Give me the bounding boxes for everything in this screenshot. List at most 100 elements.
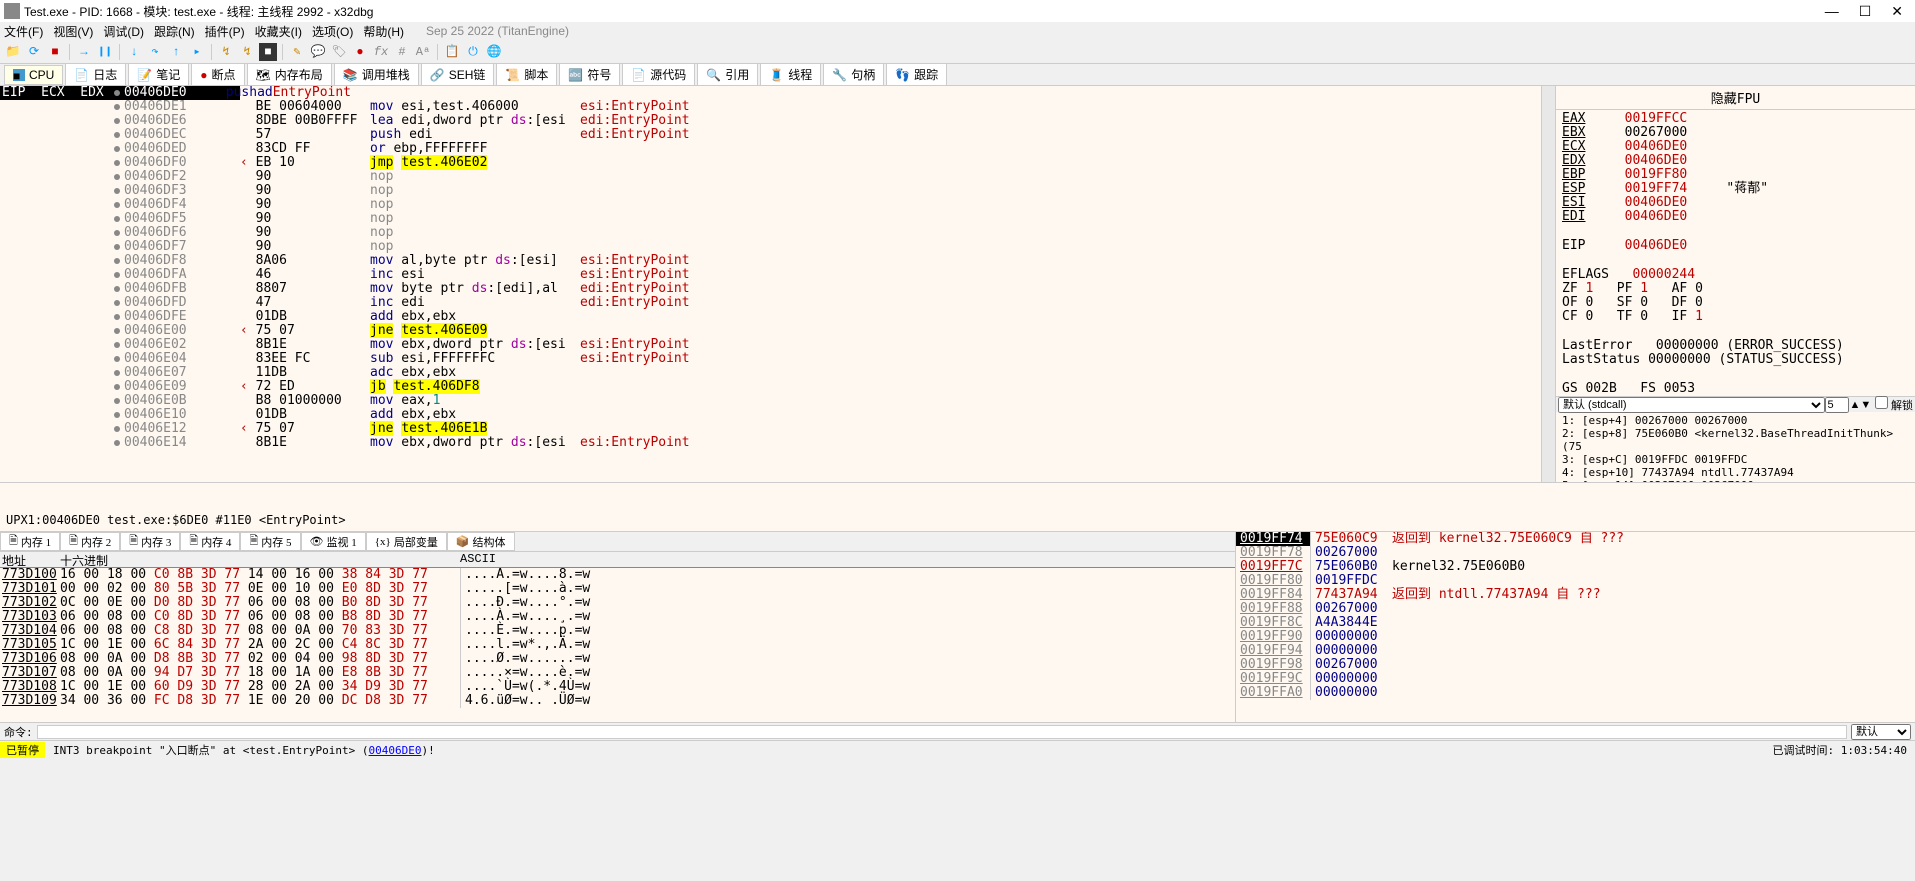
tab-trace[interactable]: 👣跟踪 <box>886 63 947 86</box>
disasm-row[interactable]: 00406DF6 90nop <box>0 226 1541 240</box>
stack-row[interactable]: 0019FF8477437A94返回到 ntdll.77437A94 自 ??? <box>1236 588 1915 602</box>
reg-title[interactable]: 隐藏FPU <box>1556 86 1915 110</box>
stack-row[interactable]: 0019FF8CA4A3844E <box>1236 616 1915 630</box>
disasm-row[interactable]: 00406E10 01DBadd ebx,ebx <box>0 408 1541 422</box>
stepover-button[interactable]: ↷ <box>146 43 164 61</box>
disasm-row[interactable]: 00406DED 83CD FFor ebp,FFFFFFFF <box>0 142 1541 156</box>
sleep-button[interactable]: ⏻ <box>464 43 482 61</box>
stack-row[interactable]: 0019FF7475E060C9返回到 kernel32.75E060C9 自 … <box>1236 532 1915 546</box>
register-pane[interactable]: 隐藏FPU EAX 0019FFCCEBX 00267000ECX 00406D… <box>1555 86 1915 482</box>
dump-row[interactable]: 773D10100 00 02 00 80 5B 3D 77 0E 00 10 … <box>0 582 1235 596</box>
disasm-scrollbar[interactable] <box>1541 86 1555 482</box>
tab-callstack[interactable]: 📚调用堆栈 <box>334 63 419 86</box>
tab-refs[interactable]: 🔍引用 <box>697 63 758 86</box>
dump-row[interactable]: 773D1020C 00 0E 00 D0 8D 3D 77 06 00 08 … <box>0 596 1235 610</box>
close-button[interactable]: ✕ <box>1891 3 1903 20</box>
patches-button[interactable]: ✎ <box>288 43 306 61</box>
tab-handles[interactable]: 🔧句柄 <box>823 63 884 86</box>
dump-tab-1[interactable]: 🗎 内存 1 <box>0 532 60 551</box>
func-button[interactable]: fx <box>372 43 390 61</box>
menu-help[interactable]: 帮助(H) <box>363 23 404 40</box>
text-button[interactable]: Aᵃ <box>414 43 432 61</box>
stack-row[interactable]: 0019FF9400000000 <box>1236 644 1915 658</box>
runtill-button[interactable]: ▸ <box>188 43 206 61</box>
bookmark-button[interactable]: ● <box>351 43 369 61</box>
menu-fav[interactable]: 收藏夹(I) <box>255 23 302 40</box>
dump-row[interactable]: 773D10608 00 0A 00 D8 8B 3D 77 02 00 04 … <box>0 652 1235 666</box>
dump-row[interactable]: 773D10934 00 36 00 FC D8 3D 77 1E 00 20 … <box>0 694 1235 708</box>
menu-file[interactable]: 文件(F) <box>4 23 43 40</box>
dump-row[interactable]: 773D1051C 00 1E 00 6C 84 3D 77 2A 00 2C … <box>0 638 1235 652</box>
dump-tab-5[interactable]: 🗎 内存 5 <box>240 532 300 551</box>
tab-seh[interactable]: 🔗SEH链 <box>421 63 495 86</box>
tab-source[interactable]: 📄源代码 <box>622 63 695 86</box>
disasm-row[interactable]: 00406DFE 01DBadd ebx,ebx <box>0 310 1541 324</box>
disasm-row[interactable]: 00406E14 8B1Emov ebx,dword ptr ds:[esies… <box>0 436 1541 450</box>
stack-row[interactable]: 0019FF7C75E060B0kernel32.75E060B0 <box>1236 560 1915 574</box>
label-button[interactable]: 🏷 <box>330 43 348 61</box>
status-addr-link[interactable]: 00406DE0 <box>369 744 422 757</box>
menu-plugins[interactable]: 插件(P) <box>205 23 245 40</box>
disasm-row[interactable]: 00406DFB 8807mov byte ptr ds:[edi],aledi… <box>0 282 1541 296</box>
stack-row[interactable]: 0019FF9800267000 <box>1236 658 1915 672</box>
disasm-row[interactable]: 00406DF8 8A06mov al,byte ptr ds:[esi]esi… <box>0 254 1541 268</box>
menu-debug[interactable]: 调试(D) <box>103 23 144 40</box>
tab-script[interactable]: 📜脚本 <box>496 63 557 86</box>
comment-button[interactable]: 💬 <box>309 43 327 61</box>
callconv-count[interactable] <box>1825 397 1849 413</box>
trace-over-button[interactable]: ↯ <box>238 43 256 61</box>
menu-view[interactable]: 视图(V) <box>53 23 93 40</box>
disasm-row[interactable]: 00406DF7 90nop <box>0 240 1541 254</box>
disasm-row[interactable]: 00406DEC 57push ediedi:EntryPoint <box>0 128 1541 142</box>
stack-row[interactable]: 0019FF7800267000 <box>1236 546 1915 560</box>
disasm-view[interactable]: EIP ECX EDX ESI00406DE0 60pushadEntryPoi… <box>0 86 1541 482</box>
disasm-row[interactable]: 00406DF3 90nop <box>0 184 1541 198</box>
disasm-row[interactable]: 00406E00‹ 75 07jne test.406E09 <box>0 324 1541 338</box>
dump-row[interactable]: 773D10306 00 08 00 C0 8D 3D 77 06 00 08 … <box>0 610 1235 624</box>
disasm-row[interactable]: 00406DF2 90nop <box>0 170 1541 184</box>
open-button[interactable]: 📁 <box>4 43 22 61</box>
disasm-row[interactable]: 00406E02 8B1Emov ebx,dword ptr ds:[esies… <box>0 338 1541 352</box>
disasm-row[interactable]: 00406DFD 47inc ediedi:EntryPoint <box>0 296 1541 310</box>
stepout-button[interactable]: ↑ <box>167 43 185 61</box>
stop-button[interactable]: ■ <box>46 43 64 61</box>
arg-stack[interactable]: 1: [esp+4] 00267000 002670002: [esp+8] 7… <box>1556 412 1915 482</box>
stack-row[interactable]: 0019FF9000000000 <box>1236 630 1915 644</box>
menu-options[interactable]: 选项(O) <box>312 23 353 40</box>
disasm-row[interactable]: 00406E07 11DBadc ebx,ebx <box>0 366 1541 380</box>
struct-tab[interactable]: 📦 结构体 <box>447 532 515 551</box>
disasm-row[interactable]: EIP ECX EDX ESI00406DE0 60pushadEntryPoi… <box>0 86 1541 100</box>
trace-stop-button[interactable]: ■ <box>259 43 277 61</box>
disasm-row[interactable]: 00406DE1 BE 00604000mov esi,test.406000e… <box>0 100 1541 114</box>
tab-log[interactable]: 📄日志 <box>65 63 126 86</box>
dump-tab-3[interactable]: 🗎 内存 3 <box>120 532 180 551</box>
run-button[interactable]: → <box>75 43 93 61</box>
disasm-row[interactable]: 00406DF0‹ EB 10jmp test.406E02 <box>0 156 1541 170</box>
disasm-row[interactable]: 00406DF5 90nop <box>0 212 1541 226</box>
disasm-row[interactable]: 00406E09‹ 72 EDjb test.406DF8 <box>0 380 1541 394</box>
tab-cpu[interactable]: ■CPU <box>4 65 63 85</box>
tab-bp[interactable]: ●断点 <box>191 63 244 86</box>
tab-threads[interactable]: 🧵线程 <box>760 63 821 86</box>
stack-row[interactable]: 0019FF8800267000 <box>1236 602 1915 616</box>
tab-mem[interactable]: 🗺内存布局 <box>247 63 332 86</box>
calc-button[interactable]: 📋 <box>443 43 461 61</box>
dump-row[interactable]: 773D10708 00 0A 00 94 D7 3D 77 18 00 1A … <box>0 666 1235 680</box>
disasm-row[interactable]: 00406DFA 46inc esiesi:EntryPoint <box>0 268 1541 282</box>
minimize-button[interactable]: — <box>1825 3 1839 20</box>
tab-symbols[interactable]: 🔤符号 <box>559 63 620 86</box>
dump-view[interactable]: 773D10016 00 18 00 C0 8B 3D 77 14 00 16 … <box>0 568 1235 722</box>
dump-row[interactable]: 773D10406 00 08 00 C8 8D 3D 77 08 00 0A … <box>0 624 1235 638</box>
watch-tab[interactable]: 👁 监视 1 <box>301 532 366 551</box>
dump-row[interactable]: 773D10016 00 18 00 C0 8B 3D 77 14 00 16 … <box>0 568 1235 582</box>
disasm-row[interactable]: 00406E04 83EE FCsub esi,FFFFFFFCesi:Entr… <box>0 352 1541 366</box>
locals-tab[interactable]: {x} 局部变量 <box>366 532 447 551</box>
callconv-select[interactable]: 默认 (stdcall) <box>1558 397 1825 413</box>
menu-trace[interactable]: 跟踪(N) <box>154 23 195 40</box>
stack-row[interactable]: 0019FF800019FFDC <box>1236 574 1915 588</box>
dump-row[interactable]: 773D1081C 00 1E 00 60 D9 3D 77 28 00 2A … <box>0 680 1235 694</box>
disasm-row[interactable]: 00406E0B B8 01000000mov eax,1 <box>0 394 1541 408</box>
restart-button[interactable]: ⟳ <box>25 43 43 61</box>
dump-tab-2[interactable]: 🗎 内存 2 <box>60 532 120 551</box>
disasm-row[interactable]: 00406DF4 90nop <box>0 198 1541 212</box>
